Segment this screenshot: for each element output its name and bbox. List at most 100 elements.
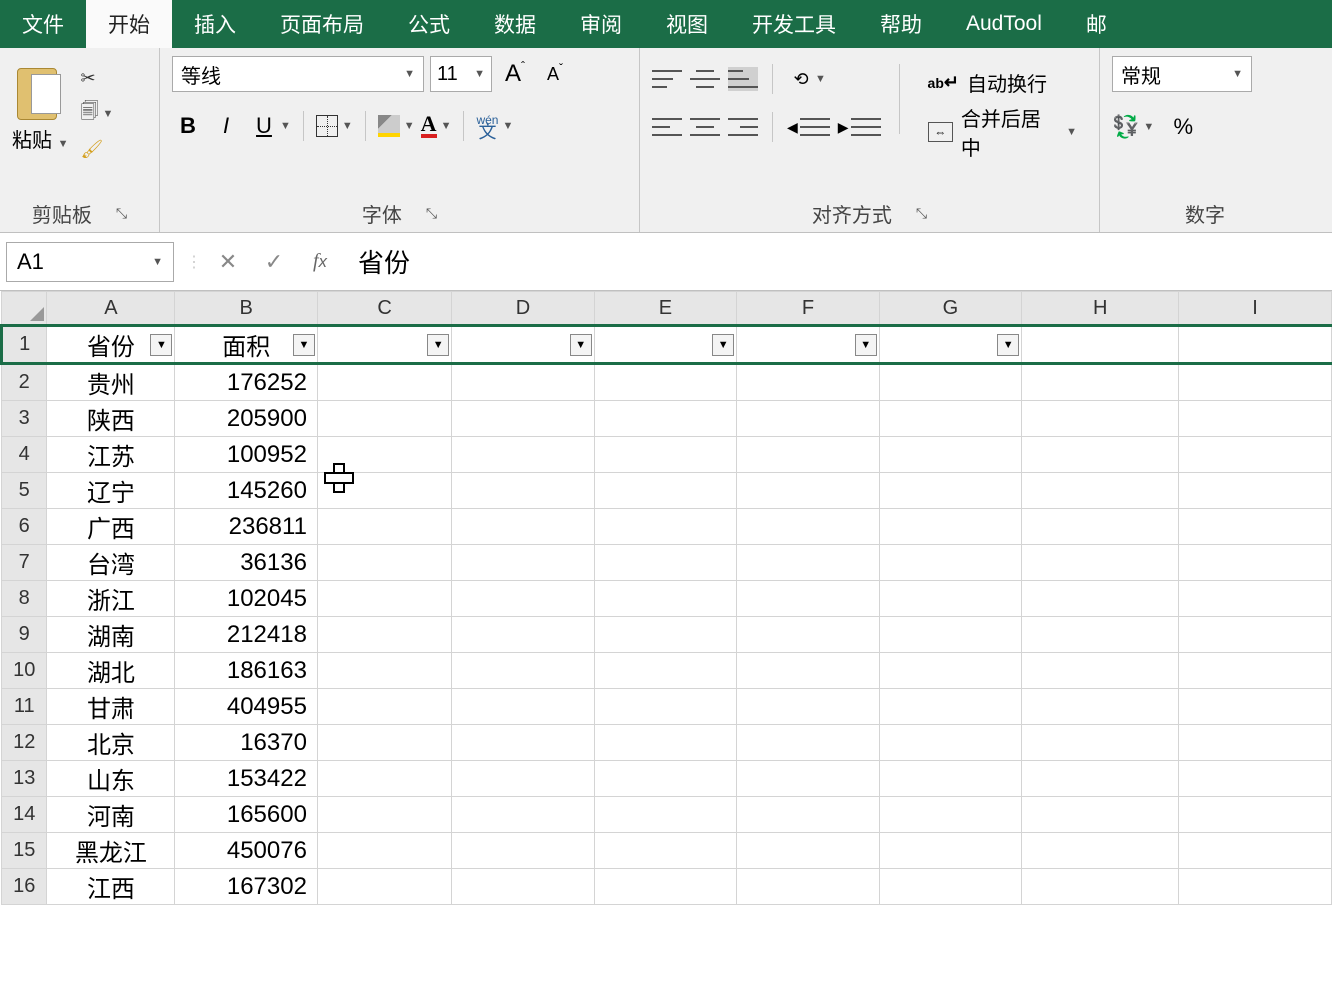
orientation-button[interactable]: ⟲▼ [787, 65, 826, 93]
chevron-down-icon[interactable]: ▼ [1143, 121, 1154, 133]
tab-home[interactable]: 开始 [86, 0, 172, 48]
chevron-down-icon[interactable]: ▼ [404, 120, 415, 132]
name-box[interactable]: A1▼ [6, 242, 174, 282]
cell-A6[interactable]: 广西 [47, 509, 175, 545]
cell-G12[interactable] [879, 725, 1022, 761]
wrap-text-button[interactable]: ab↵ 自动换行 [918, 64, 1087, 100]
cell-D8[interactable] [452, 581, 595, 617]
cell-G4[interactable] [879, 437, 1022, 473]
cell-I2[interactable] [1179, 364, 1332, 401]
cell-C7[interactable] [317, 545, 451, 581]
cell-C3[interactable] [317, 401, 451, 437]
cell-G5[interactable] [879, 473, 1022, 509]
cell-B6[interactable]: 236811 [175, 509, 318, 545]
cell-A12[interactable]: 北京 [47, 725, 175, 761]
cell-E7[interactable] [594, 545, 737, 581]
cell-A15[interactable]: 黑龙江 [47, 833, 175, 869]
align-top-button[interactable] [652, 67, 682, 91]
cell-I6[interactable] [1179, 509, 1332, 545]
col-header-F[interactable]: F [737, 292, 880, 326]
cell-I12[interactable] [1179, 725, 1332, 761]
cell-E4[interactable] [594, 437, 737, 473]
cell-F5[interactable] [737, 473, 880, 509]
cell-G11[interactable] [879, 689, 1022, 725]
cell-D10[interactable] [452, 653, 595, 689]
cell-B16[interactable]: 167302 [175, 869, 318, 905]
filter-dropdown-F[interactable]: ▼ [855, 334, 877, 356]
cell-F14[interactable] [737, 797, 880, 833]
align-center-button[interactable] [690, 115, 720, 139]
col-header-H[interactable]: H [1022, 292, 1179, 326]
row-header[interactable]: 8 [2, 581, 47, 617]
filter-dropdown-D[interactable]: ▼ [570, 334, 592, 356]
chevron-down-icon[interactable]: ▼ [152, 256, 163, 268]
cell-E8[interactable] [594, 581, 737, 617]
cell-D2[interactable] [452, 364, 595, 401]
cell-F8[interactable] [737, 581, 880, 617]
chevron-down-icon[interactable]: ▼ [102, 108, 113, 120]
cell-H9[interactable] [1022, 617, 1179, 653]
decrease-indent-button[interactable]: ◀ [787, 115, 830, 139]
chevron-down-icon[interactable]: ▼ [1066, 126, 1077, 138]
accounting-format-button[interactable]: 💱▼ [1112, 114, 1154, 140]
cell-D11[interactable] [452, 689, 595, 725]
filter-dropdown-G[interactable]: ▼ [997, 334, 1019, 356]
cell-C5[interactable] [317, 473, 451, 509]
cell-G13[interactable] [879, 761, 1022, 797]
cell-I5[interactable] [1179, 473, 1332, 509]
cell-G1[interactable]: ▼ [879, 326, 1022, 364]
col-header-C[interactable]: C [317, 292, 451, 326]
cell-H15[interactable] [1022, 833, 1179, 869]
align-bottom-button[interactable] [728, 67, 758, 91]
row-header[interactable]: 11 [2, 689, 47, 725]
cell-F4[interactable] [737, 437, 880, 473]
font-dialog-launcher[interactable]: ⤡ [426, 205, 437, 222]
cell-A10[interactable]: 湖北 [47, 653, 175, 689]
cell-A9[interactable]: 湖南 [47, 617, 175, 653]
tab-formulas[interactable]: 公式 [386, 0, 472, 48]
cell-C8[interactable] [317, 581, 451, 617]
row-header[interactable]: 3 [2, 401, 47, 437]
cell-H4[interactable] [1022, 437, 1179, 473]
cell-H12[interactable] [1022, 725, 1179, 761]
bold-button[interactable]: B [172, 110, 204, 142]
cell-G10[interactable] [879, 653, 1022, 689]
cell-H3[interactable] [1022, 401, 1179, 437]
col-header-G[interactable]: G [879, 292, 1022, 326]
cell-C12[interactable] [317, 725, 451, 761]
cell-E5[interactable] [594, 473, 737, 509]
cell-A7[interactable]: 台湾 [47, 545, 175, 581]
formula-input[interactable] [346, 242, 1326, 282]
cell-D15[interactable] [452, 833, 595, 869]
filter-dropdown-C[interactable]: ▼ [427, 334, 449, 356]
cell-A14[interactable]: 河南 [47, 797, 175, 833]
cell-I13[interactable] [1179, 761, 1332, 797]
cell-H5[interactable] [1022, 473, 1179, 509]
cell-G9[interactable] [879, 617, 1022, 653]
cell-I8[interactable] [1179, 581, 1332, 617]
select-all-corner[interactable] [2, 292, 47, 326]
percent-button[interactable]: % [1166, 110, 1200, 144]
filter-dropdown-A[interactable]: ▼ [150, 334, 172, 356]
align-left-button[interactable] [652, 115, 682, 139]
tab-developer[interactable]: 开发工具 [730, 0, 858, 48]
tab-file[interactable]: 文件 [0, 0, 86, 48]
row-header[interactable]: 4 [2, 437, 47, 473]
chevron-down-icon[interactable]: ▼ [815, 73, 826, 85]
row-header[interactable]: 10 [2, 653, 47, 689]
cell-B11[interactable]: 404955 [175, 689, 318, 725]
cell-H14[interactable] [1022, 797, 1179, 833]
col-header-B[interactable]: B [175, 292, 318, 326]
cell-E14[interactable] [594, 797, 737, 833]
cell-B2[interactable]: 176252 [175, 364, 318, 401]
cell-H7[interactable] [1022, 545, 1179, 581]
cell-I1[interactable] [1179, 326, 1332, 364]
cell-H1[interactable] [1022, 326, 1179, 364]
decrease-font-button[interactable]: Aˇ [538, 57, 572, 91]
cell-C15[interactable] [317, 833, 451, 869]
cell-I11[interactable] [1179, 689, 1332, 725]
insert-function-button[interactable]: fx [306, 248, 334, 276]
align-right-button[interactable] [728, 115, 758, 139]
row-header[interactable]: 15 [2, 833, 47, 869]
cell-G2[interactable] [879, 364, 1022, 401]
